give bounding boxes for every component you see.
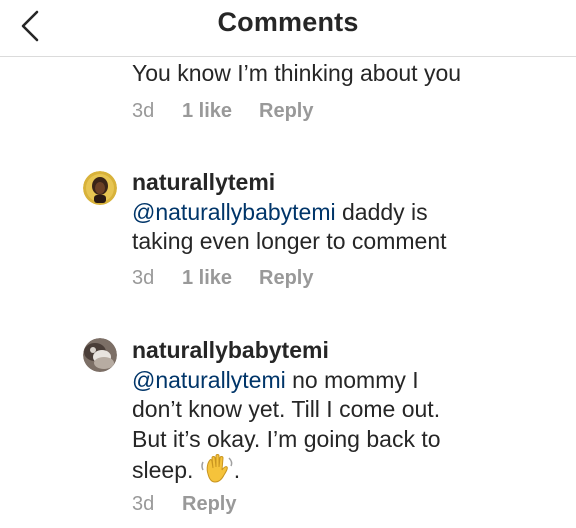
comment-likes[interactable]: 1 like bbox=[182, 267, 259, 290]
comment-time: 3d bbox=[132, 100, 155, 122]
comment-body: You know I’m thinking about you bbox=[132, 60, 462, 86]
comment-mention-link[interactable]: @naturallybabytemi bbox=[132, 199, 336, 225]
reply-button[interactable]: Reply bbox=[182, 493, 236, 516]
comment-text: naturallytemi @naturallybabytemi daddy i… bbox=[132, 168, 552, 257]
avatar[interactable] bbox=[83, 338, 117, 372]
comment-meta: 3d Reply bbox=[132, 493, 236, 516]
comment-meta: 3d 1 like Reply bbox=[132, 267, 313, 290]
comment-meta: 3d 1 like Reply bbox=[132, 100, 313, 123]
comment-body: don’t know yet. Till I come out. bbox=[132, 396, 441, 422]
comment-time: 3d bbox=[132, 493, 155, 515]
comment-body: taking even longer to comment bbox=[132, 228, 447, 254]
comment-text: naturallybabytemi @naturallytemi no momm… bbox=[132, 336, 552, 492]
comment-body: no mommy I bbox=[285, 366, 419, 393]
page-title: Comments bbox=[217, 7, 359, 37]
comment-username[interactable]: naturallybabytemi bbox=[132, 337, 329, 363]
comment-time: 3d bbox=[132, 267, 155, 289]
comment-body: But it’s okay. I’m going back to bbox=[132, 425, 441, 452]
reply-button[interactable]: Reply bbox=[259, 100, 313, 123]
avatar[interactable] bbox=[83, 171, 117, 205]
header-bar: Comments bbox=[0, 0, 576, 57]
comment-body: sleep. bbox=[132, 457, 194, 483]
comment-body: . bbox=[233, 457, 241, 483]
comment-likes[interactable]: 1 like bbox=[182, 100, 259, 123]
comment-username[interactable]: naturallytemi bbox=[132, 169, 275, 195]
comment-body: daddy is bbox=[335, 198, 428, 225]
comment-text: You know I’m thinking about you bbox=[132, 59, 552, 89]
waving-hand-icon bbox=[200, 454, 234, 492]
reply-button[interactable]: Reply bbox=[259, 267, 313, 290]
comment-mention-link[interactable]: @naturallytemi bbox=[132, 367, 286, 393]
